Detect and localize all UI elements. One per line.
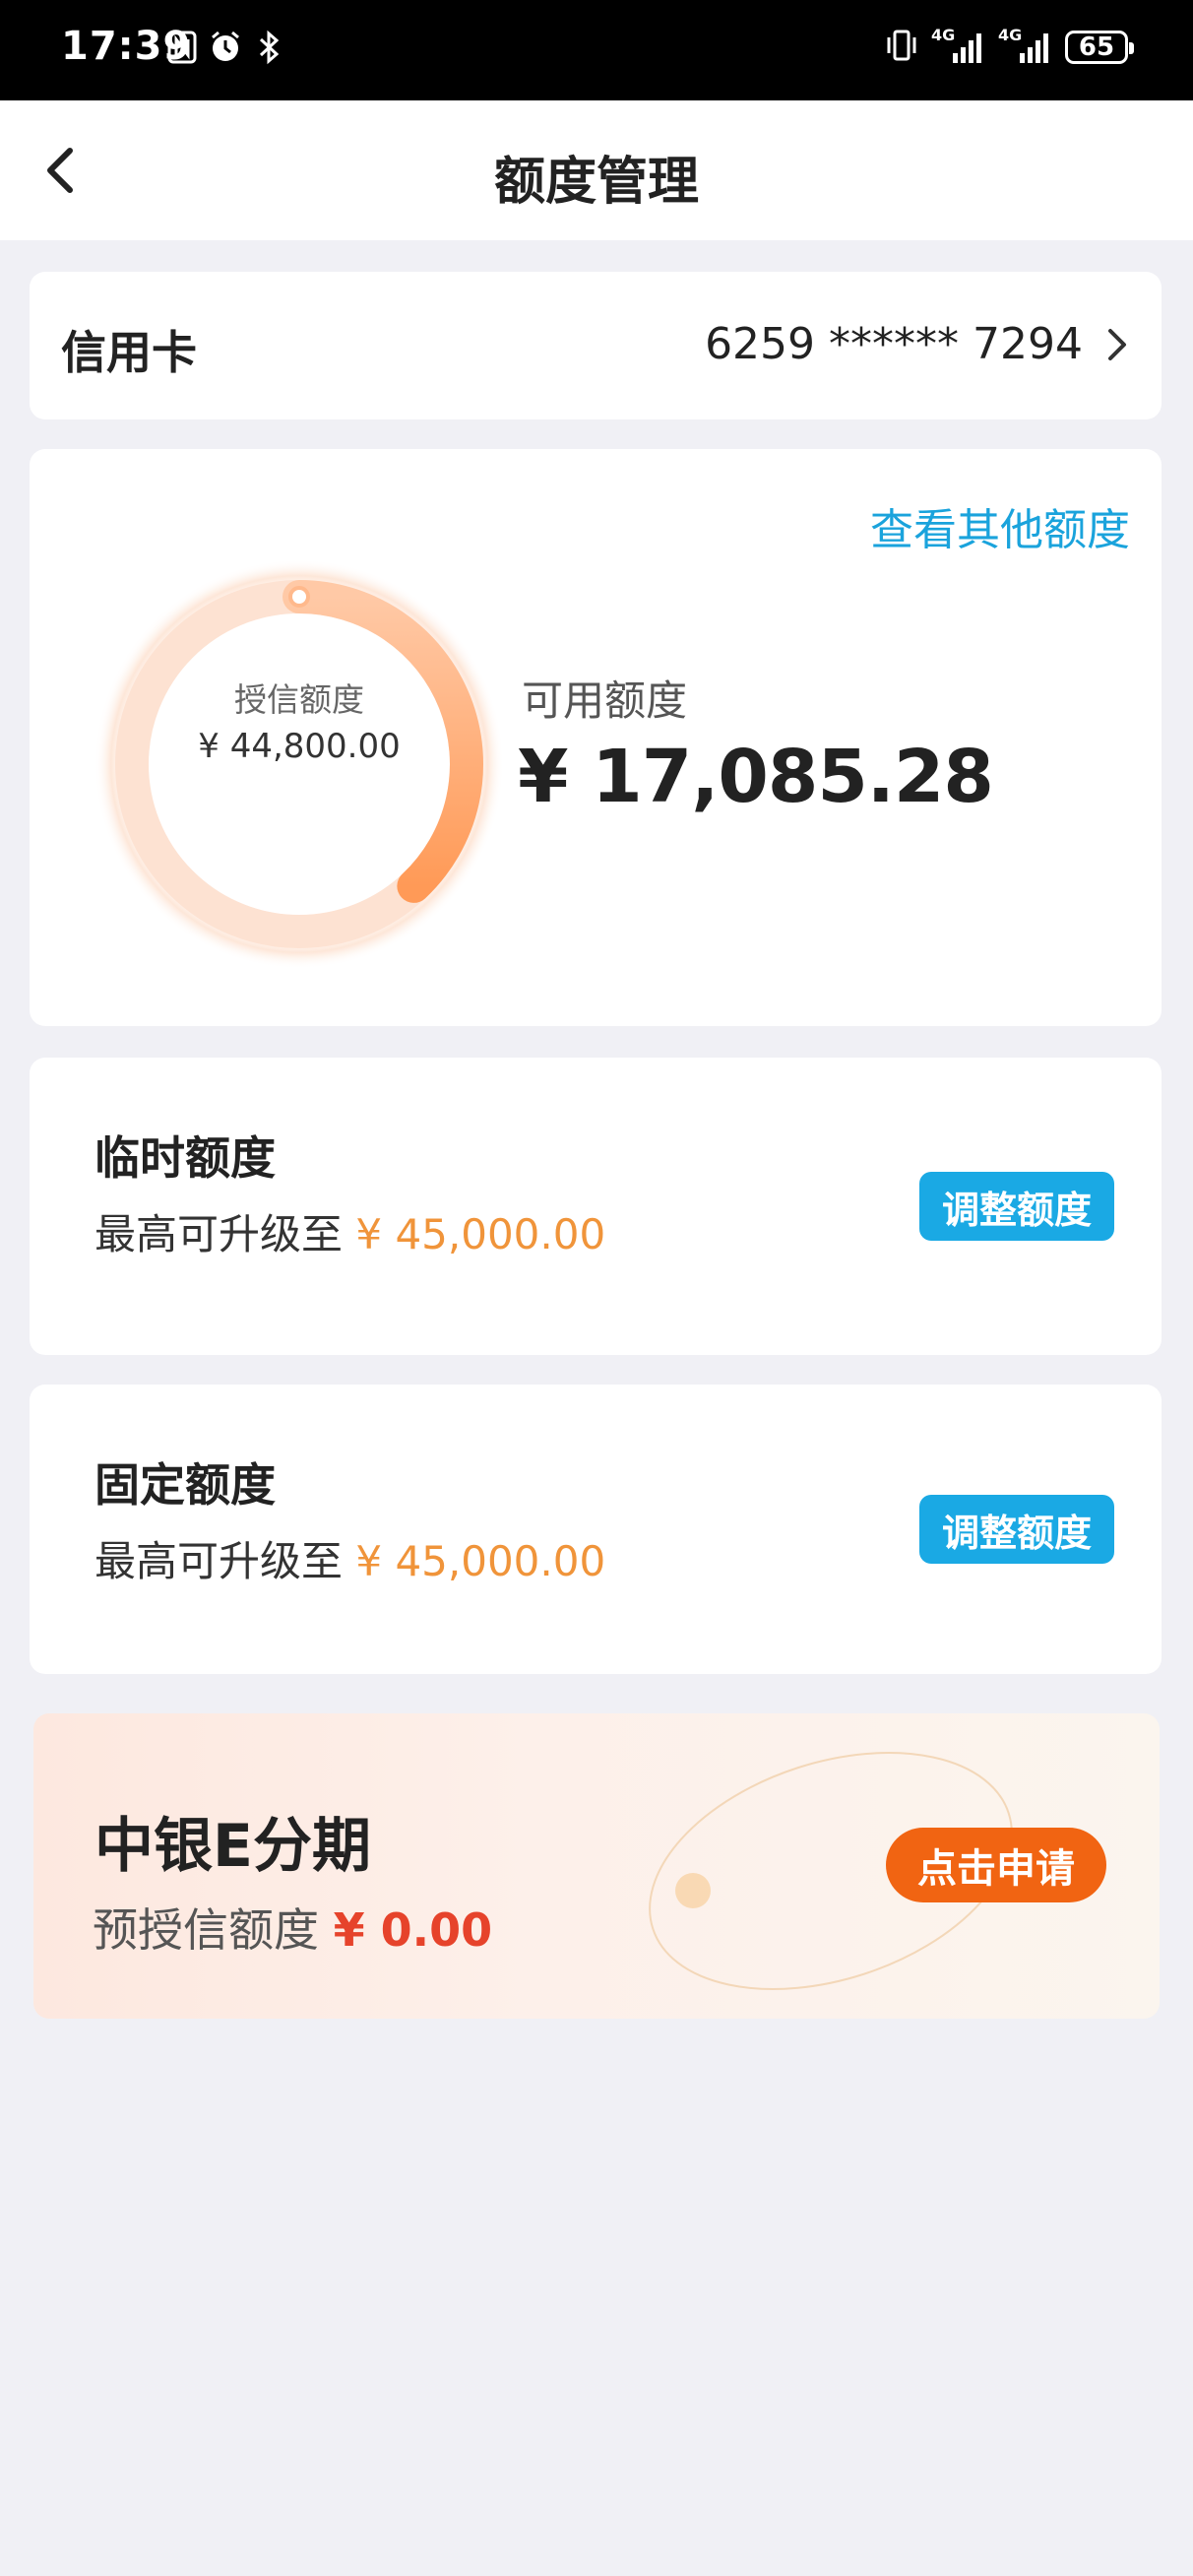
- temporary-quota-title: 临时额度: [94, 1131, 276, 1185]
- battery-icon: 65: [1065, 31, 1134, 64]
- temporary-quota-subtitle: 最高可升级至 ¥ 45,000.00: [94, 1201, 605, 1261]
- signal-icon: 4G: [931, 26, 986, 67]
- granted-credit-value: ¥ 44,800.00: [198, 727, 401, 766]
- chevron-right-icon: [1108, 329, 1126, 360]
- header: 额度管理: [0, 100, 1193, 240]
- view-other-quota-link[interactable]: 查看其他额度: [870, 494, 1130, 557]
- apply-now-button[interactable]: 点击申请: [886, 1828, 1106, 1902]
- upgrade-prefix: 最高可升级至: [94, 1537, 344, 1585]
- fixed-quota-card: 固定额度 最高可升级至 ¥ 45,000.00 调整额度: [30, 1385, 1162, 1674]
- adjust-fixed-quota-button[interactable]: 调整额度: [919, 1495, 1114, 1564]
- credit-card-label: 信用卡: [61, 326, 197, 379]
- upgrade-prefix: 最高可升级至: [94, 1210, 344, 1258]
- page-title: 额度管理: [493, 153, 699, 212]
- upgrade-amount: ¥ 45,000.00: [355, 1210, 606, 1258]
- available-credit-label: 可用额度: [522, 676, 688, 725]
- credit-card-number: 6259 ****** 7294: [705, 319, 1083, 369]
- fixed-quota-title: 固定额度: [94, 1458, 276, 1512]
- credit-card-selector[interactable]: 信用卡 6259 ****** 7294: [30, 272, 1162, 419]
- status-left-icons: [165, 28, 285, 67]
- fixed-quota-subtitle: 最高可升级至 ¥ 45,000.00: [94, 1528, 605, 1588]
- upgrade-amount: ¥ 45,000.00: [355, 1537, 606, 1585]
- credit-overview-card: 查看其他额度 授信额度 ¥ 44,800.00 可用额度 ¥ 17,085.28: [30, 449, 1162, 1026]
- status-bar: 17:39 4G 4G 65: [0, 0, 1193, 100]
- adjust-temporary-quota-button[interactable]: 调整额度: [919, 1172, 1114, 1241]
- status-right-icons: 4G 4G 65: [884, 26, 1134, 67]
- granted-credit-label: 授信额度: [234, 680, 364, 719]
- available-credit-value: ¥ 17,085.28: [518, 735, 994, 819]
- signal-icon: 4G: [998, 26, 1053, 67]
- promo-title: 中银E分期: [94, 1812, 371, 1881]
- e-installment-promo-card[interactable]: 中银E分期 预授信额度 ¥ 0.00 点击申请: [33, 1713, 1160, 2019]
- temporary-quota-card: 临时额度 最高可升级至 ¥ 45,000.00 调整额度: [30, 1058, 1162, 1355]
- alarm-icon: [209, 28, 242, 67]
- bluetooth-icon: [252, 28, 285, 67]
- vibrate-icon: [884, 28, 919, 67]
- pre-credit-label: 预授信额度: [93, 1903, 319, 1957]
- nfc-icon: [165, 28, 199, 67]
- gauge-start-dot: [288, 586, 310, 608]
- promo-subtitle: 预授信额度 ¥ 0.00: [93, 1895, 492, 1960]
- pre-credit-amount: ¥ 0.00: [333, 1903, 493, 1957]
